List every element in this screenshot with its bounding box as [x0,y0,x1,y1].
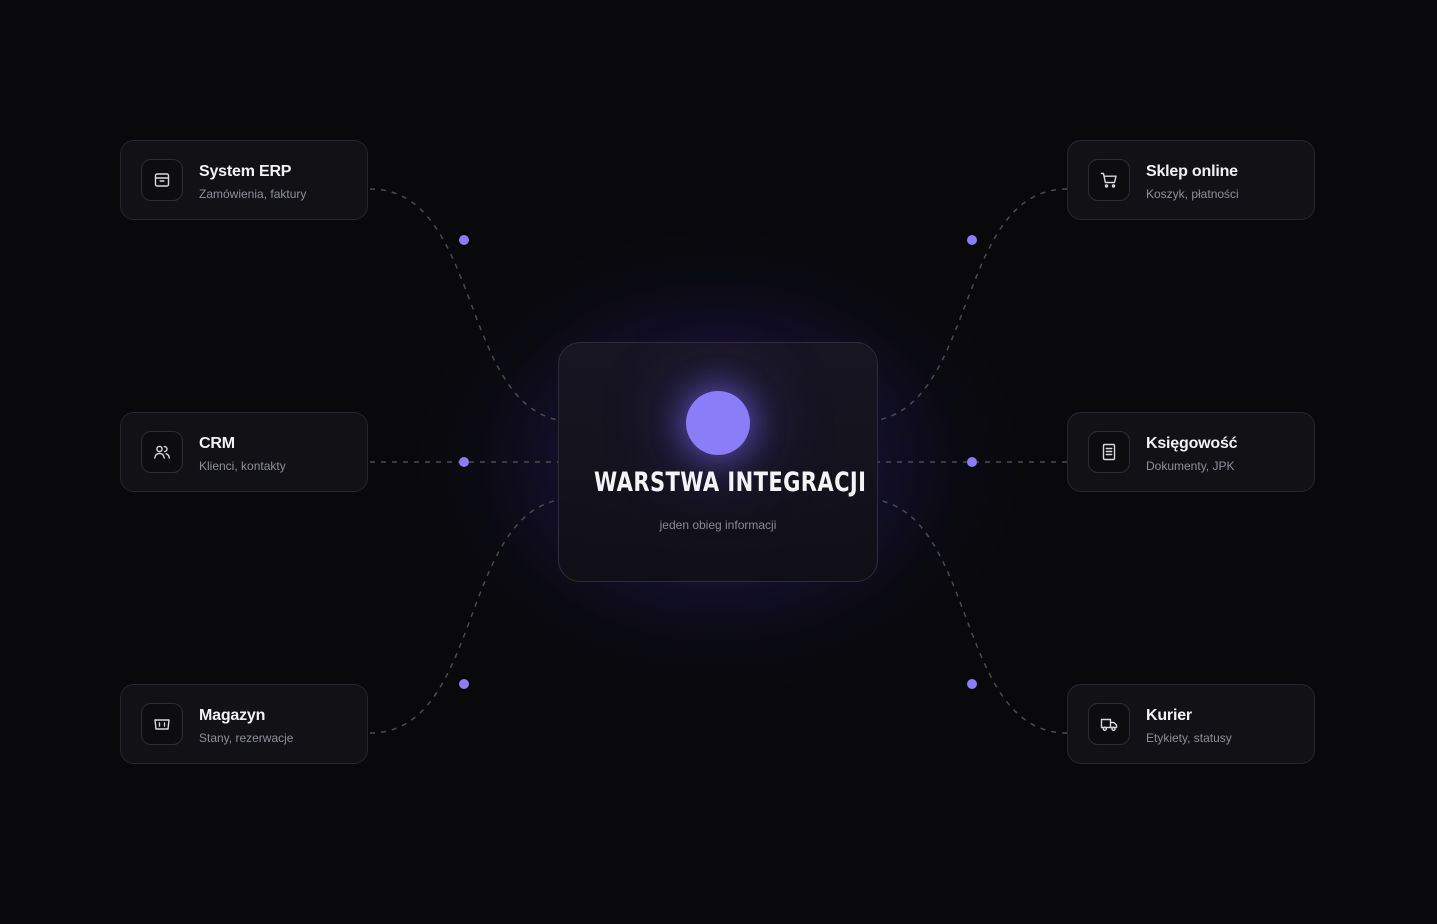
warehouse-icon [154,719,170,730]
node-title: Kurier [1146,707,1192,724]
node-title: Magazyn [199,707,266,724]
node-crm[interactable]: CRM Klienci, kontakty [120,412,368,492]
integration-hub: WARSTWA INTEGRACJI jeden obieg informacj… [558,342,878,582]
node-system-erp[interactable]: System ERP Zamówienia, faktury [120,140,368,220]
connector-magazyn [369,499,559,734]
connector-kurier [877,499,1068,734]
archive-box-icon [154,173,170,187]
hub-subtitle: jeden obieg informacji [659,518,777,532]
node-subtitle: Koszyk, płatności [1146,187,1239,201]
flow-dot-magazyn [459,679,469,689]
node-title: Księgowość [1146,435,1238,452]
connector-erp [369,188,559,421]
flow-dot-kurier [967,679,977,689]
flow-dot-crm [459,457,469,467]
node-title: Sklep online [1146,163,1238,180]
connector-sklep [877,188,1068,421]
node-subtitle: Stany, rezerwacje [199,731,294,745]
integration-diagram: WARSTWA INTEGRACJI jeden obieg informacj… [0,0,1437,924]
node-subtitle: Klienci, kontakty [199,459,286,473]
node-subtitle: Etykiety, statusy [1146,731,1232,745]
node-magazyn[interactable]: Magazyn Stany, rezerwacje [120,684,368,764]
flow-dot-erp [459,235,469,245]
node-title: CRM [199,435,235,452]
node-subtitle: Dokumenty, JPK [1146,459,1235,473]
delivery-truck-icon [1100,718,1118,732]
node-ksiegowosc[interactable]: Księgowość Dokumenty, JPK [1067,412,1315,492]
shopping-cart-icon [1100,172,1117,188]
node-sklep-online[interactable]: Sklep online Koszyk, płatności [1067,140,1315,220]
node-title: System ERP [199,163,292,180]
node-subtitle: Zamówienia, faktury [199,187,307,201]
flow-dot-ksiegowosc [967,457,977,467]
node-kurier[interactable]: Kurier Etykiety, statusy [1067,684,1315,764]
users-icon [154,445,170,459]
flow-dot-sklep [967,235,977,245]
document-icon [1102,443,1116,461]
hub-title: WARSTWA INTEGRACJI [593,467,867,498]
hub-orb [686,391,750,455]
